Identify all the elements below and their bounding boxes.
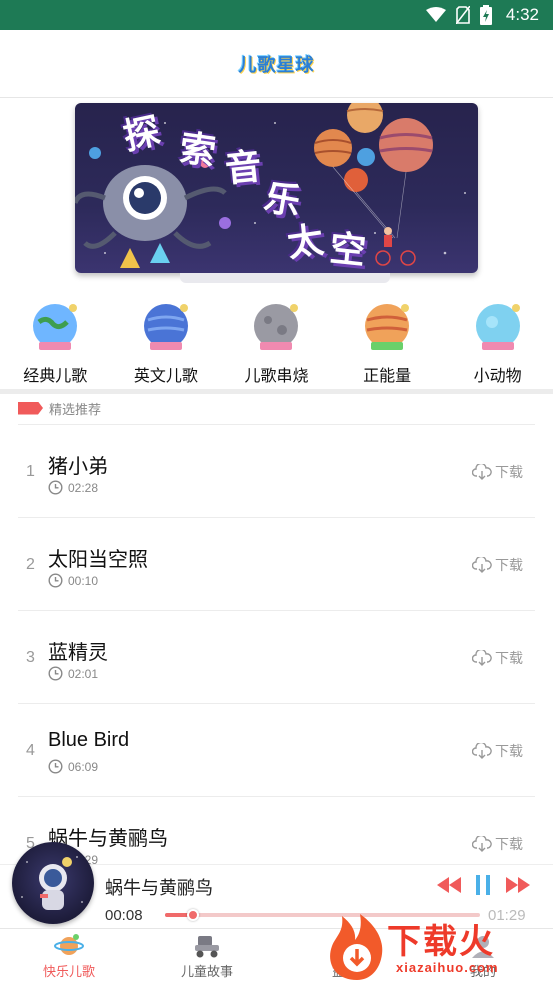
wifi-icon [425, 7, 446, 22]
nav-label: 快乐儿歌 [42, 965, 95, 980]
download-button[interactable]: 下载 [472, 462, 523, 482]
song-duration-text: 02:28 [68, 480, 99, 495]
clock-icon [48, 759, 63, 774]
song-title: 猪小弟 [48, 454, 108, 478]
status-bar: 4:32 [0, 0, 553, 30]
download-label: 下载 [495, 651, 523, 667]
category-label: 小动物 [473, 366, 522, 385]
next-button[interactable] [505, 872, 531, 898]
planet-icon [470, 300, 526, 356]
cloud-download-icon [472, 743, 492, 759]
download-label: 下载 [495, 744, 523, 760]
pause-button[interactable] [470, 872, 496, 898]
planet-icon [359, 300, 415, 356]
app-header: 儿歌星球 [0, 30, 553, 98]
song-duration: 02:01 [48, 666, 98, 681]
player-current-time: 00:08 [105, 907, 143, 924]
player-song-title: 蜗牛与黄鹂鸟 [105, 878, 213, 899]
planet-icon [248, 300, 304, 356]
song-row[interactable]: 1 猪小弟 02:28 下载 [18, 424, 535, 517]
banner-carousel[interactable]: 探 索 音 乐 太 空 [75, 103, 478, 273]
download-label: 下载 [495, 558, 523, 574]
song-title: 太阳当空照 [48, 547, 148, 571]
song-duration-text: 06:09 [68, 759, 99, 774]
download-label: 下载 [495, 465, 523, 481]
song-duration-text: 00:10 [68, 573, 99, 588]
song-title: Blue Bird [48, 729, 130, 751]
fast-forward-icon [506, 877, 530, 893]
category-item[interactable]: 英文儿歌 [111, 300, 222, 388]
watermark-url: xiazaihuo.com [396, 960, 499, 975]
category-item[interactable]: 小动物 [442, 300, 553, 388]
song-number: 3 [26, 649, 35, 666]
planet-icon [27, 300, 83, 356]
download-label: 下载 [495, 837, 523, 853]
download-button[interactable]: 下载 [472, 648, 523, 668]
banner-indicator [180, 273, 390, 283]
section-title: 精选推荐 [49, 402, 102, 418]
watermark: 下载火 xiazaihuo.com [322, 906, 553, 983]
song-number: 4 [26, 742, 35, 759]
cloud-download-icon [472, 836, 492, 852]
status-time: 4:32 [505, 5, 539, 24]
category-row: 经典儿歌 英文儿歌 儿歌串烧 正能量 小动物 [0, 300, 553, 388]
battery-icon [479, 5, 492, 25]
category-label: 儿歌串烧 [244, 366, 309, 385]
player-album-art[interactable] [12, 842, 94, 924]
song-row[interactable]: 4 Blue Bird 06:09 下载 [18, 703, 535, 796]
song-duration: 06:09 [48, 759, 98, 774]
pause-icon [476, 875, 490, 895]
song-duration: 02:28 [48, 480, 98, 495]
download-button[interactable]: 下载 [472, 834, 523, 854]
banner-title-char: 空 [327, 228, 368, 273]
no-sim-icon [455, 6, 470, 24]
previous-button[interactable] [436, 872, 462, 898]
app-logo: 儿歌星球 [238, 54, 315, 76]
song-row[interactable]: 3 蓝精灵 02:01 下载 [18, 610, 535, 703]
clock-icon [48, 480, 63, 495]
rewind-icon [437, 877, 461, 893]
planet-icon [138, 300, 194, 356]
cloud-download-icon [472, 464, 492, 480]
category-label: 英文儿歌 [133, 366, 198, 385]
watermark-text: 下载火 [387, 922, 495, 962]
banner-title-char: 索 [176, 127, 219, 174]
section-divider [0, 389, 553, 394]
song-duration: 00:10 [48, 573, 98, 588]
banner-title-char: 太 [284, 219, 327, 266]
music-planet-icon [54, 934, 84, 955]
category-item[interactable]: 经典儿歌 [0, 300, 111, 388]
category-item[interactable]: 儿歌串烧 [221, 300, 332, 388]
song-duration-text: 02:01 [68, 666, 99, 681]
clock-icon [48, 573, 63, 588]
download-button[interactable]: 下载 [472, 741, 523, 761]
song-row[interactable]: 2 太阳当空照 00:10 下载 [18, 517, 535, 610]
clock-icon [48, 666, 63, 681]
rover-icon [195, 936, 219, 958]
flame-logo-icon [330, 914, 383, 980]
banner-title-char: 音 [223, 146, 264, 191]
cloud-download-icon [472, 650, 492, 666]
nav-item-kids-stories[interactable]: 儿童故事 [138, 929, 276, 983]
nav-item-happy-songs[interactable]: 快乐儿歌 [0, 929, 138, 983]
category-label: 正能量 [363, 366, 412, 385]
category-label: 经典儿歌 [23, 366, 88, 385]
category-item[interactable]: 正能量 [332, 300, 443, 388]
song-list: 1 猪小弟 02:28 下载 2 太阳当空照 00:10 下载 3 蓝精灵 02… [18, 424, 535, 889]
cloud-download-icon [472, 557, 492, 573]
section-header: 精选推荐 [18, 398, 101, 418]
song-title: 蓝精灵 [48, 640, 108, 664]
song-number: 1 [26, 463, 35, 480]
nav-label: 儿童故事 [180, 965, 233, 980]
song-number: 2 [26, 556, 35, 573]
download-button[interactable]: 下载 [472, 555, 523, 575]
tag-icon [18, 401, 43, 415]
